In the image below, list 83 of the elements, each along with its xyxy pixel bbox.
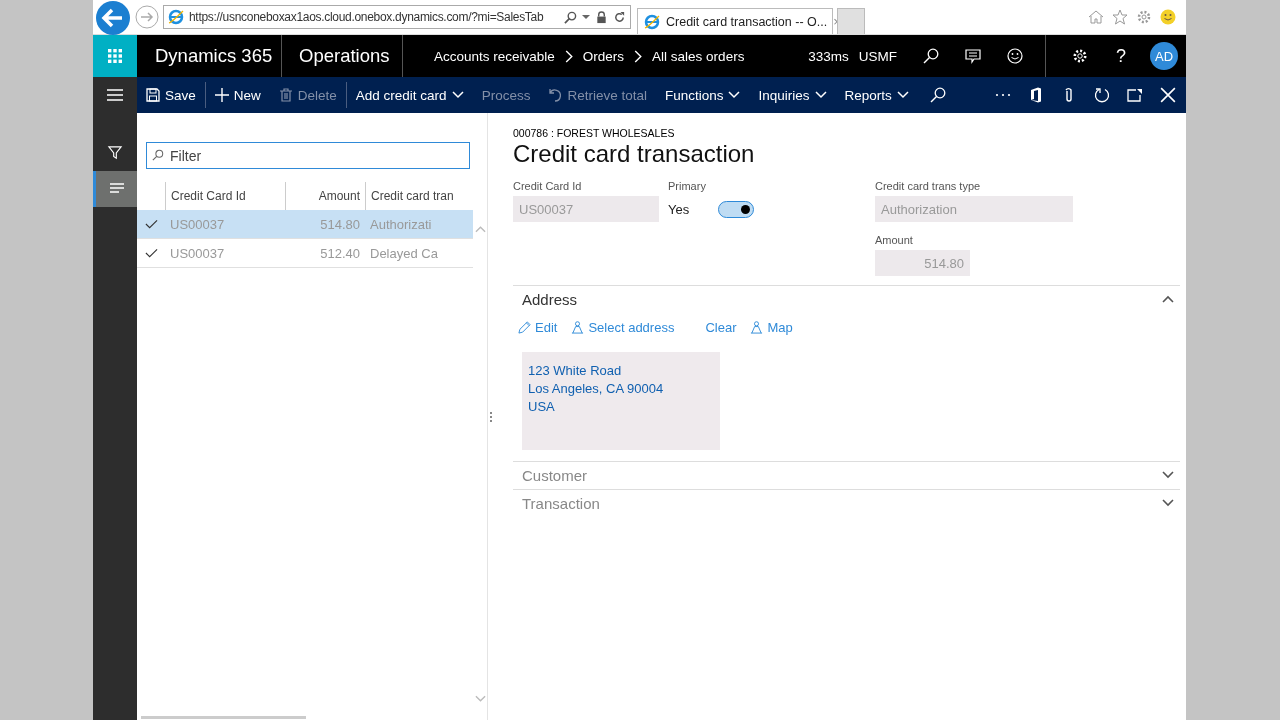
url-text: https://usnconeboxax1aos.cloud.onebox.dynamics.com/?mi=SalesTab [189, 10, 545, 24]
table-cell-text: Authorizati [369, 215, 433, 234]
table-cell-text: 514.80 [319, 215, 361, 234]
search-icon[interactable] [923, 48, 939, 64]
message-icon[interactable] [965, 48, 981, 64]
person-icon [750, 321, 764, 334]
refresh-icon[interactable] [613, 10, 626, 24]
chevron-right-icon [564, 49, 573, 63]
address-line: 123 White Road [528, 362, 623, 380]
menu-button[interactable] [93, 77, 137, 113]
menu-icon [107, 89, 123, 101]
help-button[interactable]: ? [1116, 45, 1126, 67]
app-name: Operations [299, 45, 390, 67]
table-cell-text: US00037 [169, 244, 226, 263]
tab-title: Credit card transaction -- O... [666, 14, 828, 29]
table-cell-text: Delayed Ca [369, 244, 439, 263]
address-action-link[interactable]: Edit [518, 320, 558, 335]
address-action-link[interactable]: Clear [688, 320, 737, 335]
toolbar-button[interactable]: Reports [835, 77, 918, 113]
field-label: Credit Card Id [513, 180, 583, 194]
toolbar-button[interactable]: Functions [655, 77, 750, 113]
save-icon [146, 88, 160, 102]
list-icon [108, 182, 125, 196]
filter-field[interactable]: Filter [146, 142, 470, 169]
chevron-down-icon [728, 91, 741, 99]
toggle-value: Yes [668, 201, 691, 217]
browser-logo-icon [644, 13, 660, 30]
field-label: Credit card trans type [875, 180, 982, 194]
star-icon[interactable] [1112, 9, 1128, 25]
search-icon[interactable] [929, 87, 946, 103]
scrollbar-thumb[interactable] [141, 716, 306, 719]
chevron-right-icon [634, 49, 643, 63]
browser-logo-icon [168, 9, 184, 25]
person-icon [571, 321, 585, 334]
chevron-down-icon [896, 91, 909, 99]
refresh-icon[interactable] [1094, 87, 1110, 103]
address-action-link[interactable]: Map [750, 320, 793, 335]
toolbar-button[interactable]: Save [137, 77, 205, 113]
address-line: USA [528, 398, 556, 416]
field-label: Amount [875, 234, 914, 248]
popout-icon[interactable] [1127, 87, 1143, 103]
toggle-switch[interactable] [718, 200, 754, 218]
splitter-handle[interactable] [490, 411, 494, 422]
record-caption: 000786 : FOREST WHOLESALES [513, 127, 676, 139]
check-icon [144, 219, 158, 229]
breadcrumb-link[interactable]: Orders [582, 48, 625, 64]
pencil-icon [518, 321, 531, 334]
smiley-icon[interactable] [1007, 48, 1023, 64]
search-icon [152, 149, 164, 161]
table-cell-text: US00037 [169, 215, 226, 234]
trash-icon [278, 88, 293, 102]
lock-icon [595, 10, 608, 24]
toolbar-button[interactable]: Add credit card [346, 77, 473, 113]
check-icon [144, 248, 158, 258]
search-icon[interactable] [564, 10, 577, 24]
timing-text: 333ms [808, 48, 849, 64]
field-label: Primary [668, 180, 707, 194]
section-header[interactable]: Transaction [513, 489, 1180, 516]
waffle-icon [108, 49, 122, 63]
address-bar[interactable]: https://usnconeboxax1aos.cloud.onebox.dynamics.com/?mi=SalesTab [163, 5, 631, 29]
product-name: Dynamics 365 [155, 45, 273, 67]
filter-icon [107, 146, 123, 160]
dropdown-icon[interactable] [582, 13, 590, 21]
address-box[interactable]: 123 White Road Los Angeles, CA 90004 USA [522, 352, 720, 450]
office-icon[interactable] [1028, 87, 1044, 103]
user-avatar[interactable]: AD [1150, 42, 1178, 70]
section-header[interactable]: Address [513, 285, 1180, 312]
undo-icon [548, 88, 563, 102]
section-header[interactable]: Customer [513, 461, 1180, 488]
close-icon[interactable] [1160, 87, 1176, 103]
back-button[interactable] [95, 0, 131, 36]
plus-icon [214, 88, 229, 102]
company-picker[interactable]: USMF [858, 48, 897, 64]
table-cell-text: 512.40 [319, 244, 361, 263]
chevron-down-icon [814, 91, 827, 99]
breadcrumb-link[interactable]: Accounts receivable [434, 48, 555, 64]
toolbar-button[interactable]: New [205, 77, 270, 113]
chevron-down-icon [451, 91, 464, 99]
breadcrumb-link[interactable]: All sales orders [652, 48, 745, 64]
form-title: Credit card transaction [513, 140, 756, 168]
toolbar-button[interactable]: Inquiries [749, 77, 836, 113]
address-action-link[interactable]: Select address [571, 320, 675, 335]
address-line: Los Angeles, CA 90004 [528, 380, 665, 398]
